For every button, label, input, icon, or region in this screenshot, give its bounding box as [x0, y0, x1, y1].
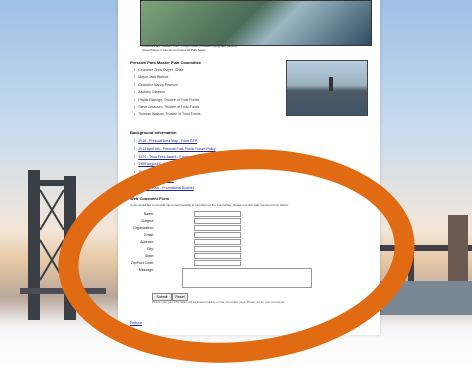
webpage-screenshot: Prescott Park - Master Plan - Project Ar… [118, 0, 380, 335]
organization-field[interactable] [194, 225, 241, 231]
email-label: Email: [144, 233, 154, 237]
list-item: 1974 - Trust Fees Award - Environment Pl… [134, 155, 221, 163]
list-item: Mayor Jack Blalock [134, 75, 201, 82]
background-link[interactable]: 1964 - Prescott Park ... [138, 170, 174, 174]
list-item: Councilor Chris Dwyer, Chair [134, 68, 201, 75]
email-field[interactable] [194, 232, 241, 238]
background-link[interactable]: 2016 - Prescott Area Map - Form RFP [138, 139, 197, 143]
return-link[interactable]: Return [130, 320, 142, 325]
background-links: 2016 - Prescott Area Map - Form RFP 2013… [134, 139, 222, 194]
address-label: Address: [140, 240, 154, 244]
zip-field[interactable] [194, 260, 241, 266]
list-item: 1964 - Prescott Park ... [134, 170, 222, 178]
list-item: Thomas Watson, Trustee of Trust Funds [134, 112, 200, 119]
state-label: State: [144, 254, 154, 258]
address-field[interactable] [194, 239, 241, 245]
background-link[interactable]: 1974 - Trust Fees Award - Environment Pl… [138, 155, 221, 159]
bridge-tower-left [20, 170, 106, 320]
message-label: Message: [138, 268, 154, 272]
list-item: Councilor Nancy Pearson [134, 83, 201, 90]
message-textarea[interactable] [182, 268, 312, 288]
map-caption: Prescott Park - Master Plan - Project Ar… [142, 44, 368, 52]
committee-list: Councilor Chris Dwyer, Chair Mayor Jack … [134, 68, 201, 120]
name-label: Name: [143, 212, 154, 216]
map-caption-line2: Assemblage of Parcels and General Park A… [142, 48, 206, 52]
list-item: 1964 - Prescott Park ... [134, 178, 222, 186]
name-field[interactable] [194, 211, 241, 217]
list-item: 1965 August 6 - Report on the Acquisitio… [134, 162, 222, 170]
subject-label: Subject: [141, 219, 154, 223]
comment-form-heading: Web Comment Form [130, 196, 170, 201]
comment-form-intro: If you would like to provide input elect… [130, 203, 289, 207]
background-link[interactable]: 1965 August 6 - Report on the Acquisitio… [138, 162, 205, 166]
background-heading: Background Information [130, 130, 177, 135]
list-item: Prescott Park - Promotional Booklet [134, 186, 222, 194]
list-item: Steve Lessoum, Trustee of Trust Funds [134, 105, 201, 112]
zip-label: Zip/Post Code: [130, 261, 154, 265]
list-item: 2016 - Prescott Area Map - Form RFP [134, 139, 222, 147]
city-field[interactable] [194, 246, 241, 252]
subject-field[interactable] [194, 218, 241, 224]
list-item: Zachary Gleason [134, 90, 201, 97]
city-label: City: [147, 247, 154, 251]
list-item: Phyllis Eldridge, Trustee of Trust Funds [134, 98, 201, 105]
park-photo [286, 60, 368, 116]
background-link[interactable]: Prescott Park - Promotional Booklet [138, 186, 193, 190]
committee-heading: Prescott Park Master Plan Committee [130, 60, 202, 65]
background-link[interactable]: 2013 April 4th - Prescott Park Public Fo… [138, 147, 215, 151]
background-link[interactable]: 1964 - Prescott Park ... [138, 178, 174, 182]
master-plan-map-image [140, 0, 372, 46]
list-item: 2013 April 4th - Prescott Park Public Fo… [134, 147, 222, 155]
form-note: Please note your information will be sha… [152, 300, 285, 304]
organization-label: Organization: [133, 226, 154, 230]
state-field[interactable] [194, 253, 241, 259]
